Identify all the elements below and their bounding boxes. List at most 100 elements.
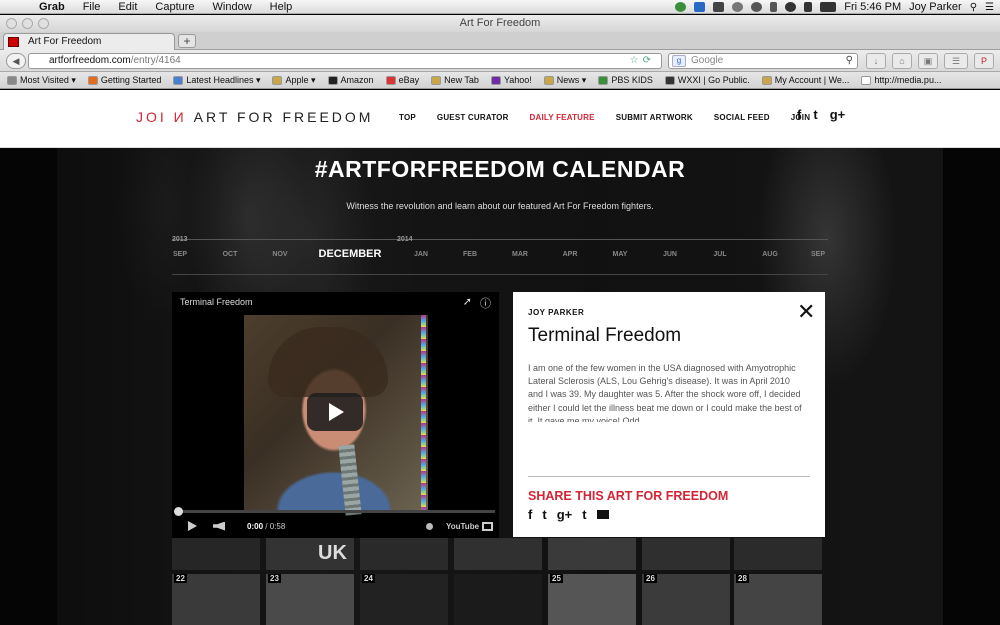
calendar-day-tile-upper[interactable]: [454, 538, 542, 570]
bookmark-item[interactable]: Apple ▾: [265, 75, 320, 86]
bookmark-item[interactable]: News ▾: [537, 75, 592, 86]
calendar-day-tile[interactable]: 24: [360, 574, 448, 625]
time-machine-icon[interactable]: [751, 2, 763, 12]
url-field[interactable]: artforfreedom.com/entry/4164 ☆⟳: [28, 53, 662, 69]
timeline-month[interactable]: MAR: [500, 251, 540, 258]
calendar-day-tile[interactable]: 23: [266, 574, 354, 625]
bookmark-item[interactable]: Amazon: [321, 75, 379, 85]
play-button[interactable]: [307, 393, 363, 431]
timeline-month[interactable]: JUL: [700, 251, 740, 258]
youtube-logo[interactable]: YouTube: [446, 522, 479, 531]
timeline-month[interactable]: MAY: [600, 251, 640, 258]
volume-icon[interactable]: [804, 2, 813, 12]
calendar-day-tile[interactable]: 28: [734, 574, 822, 625]
nav-submit-artwork[interactable]: SUBMIT ARTWORK: [616, 113, 693, 122]
bookmark-item[interactable]: Yahoo!: [484, 75, 537, 85]
bookmark-item[interactable]: My Account | We...: [755, 75, 855, 85]
calendar-day-tile-upper[interactable]: [734, 538, 822, 570]
share-icon[interactable]: ➚: [463, 295, 472, 311]
calendar-day-tile[interactable]: 22: [172, 574, 260, 625]
nav-guest-curator[interactable]: GUEST CURATOR: [437, 113, 509, 122]
bookmark-item[interactable]: Latest Headlines ▾: [166, 75, 265, 86]
battery-status-icon[interactable]: [713, 2, 725, 12]
close-window-button[interactable]: [6, 18, 17, 29]
calendar-day-tile-upper[interactable]: [172, 538, 260, 570]
addon-icon[interactable]: ▣: [918, 53, 938, 69]
bookmark-item[interactable]: eBay: [379, 75, 425, 85]
mail-icon[interactable]: [596, 510, 609, 519]
video-title[interactable]: Terminal Freedom: [180, 297, 253, 307]
volume-icon[interactable]: [213, 521, 225, 531]
menu-window[interactable]: Window: [204, 0, 261, 14]
nav-top[interactable]: TOP: [399, 113, 416, 122]
google-icon[interactable]: g: [672, 55, 686, 67]
sync-status-icon[interactable]: [675, 2, 687, 12]
nav-social-feed[interactable]: SOCIAL FEED: [714, 113, 770, 122]
bookmark-item[interactable]: PBS KIDS: [591, 75, 658, 85]
pinterest-icon[interactable]: P: [974, 53, 994, 69]
timeline-month[interactable]: OCT: [210, 251, 250, 258]
facebook-icon[interactable]: f: [528, 507, 532, 522]
play-small-icon[interactable]: [188, 521, 197, 531]
calendar-day-tile-upper[interactable]: UK: [266, 538, 354, 570]
download-icon[interactable]: ↓: [866, 53, 886, 69]
bluetooth-icon[interactable]: [770, 2, 778, 12]
zoom-window-button[interactable]: [38, 18, 49, 29]
bookmark-item[interactable]: New Tab: [424, 75, 484, 85]
bookmark-item[interactable]: Getting Started: [81, 75, 167, 85]
tab-art-for-freedom[interactable]: Art For Freedom: [3, 33, 175, 50]
menu-file[interactable]: File: [74, 0, 110, 14]
menu-help[interactable]: Help: [261, 0, 302, 14]
timeline-month-current[interactable]: DECEMBER: [310, 248, 390, 260]
facebook-icon[interactable]: f: [797, 107, 801, 122]
timeline-month[interactable]: NOV: [260, 251, 300, 258]
twitter-icon[interactable]: t: [542, 507, 546, 522]
spotlight-icon[interactable]: ⚲: [970, 2, 977, 13]
menu-app-name[interactable]: Grab: [30, 0, 74, 14]
calendar-day-tile-upper[interactable]: [642, 538, 730, 570]
toolbar-menu-icon[interactable]: ☰: [944, 53, 968, 69]
menu-user[interactable]: Joy Parker: [909, 1, 962, 13]
bookmark-item[interactable]: WXXI | Go Public.: [658, 75, 755, 85]
twitter-icon[interactable]: t: [813, 107, 817, 122]
menu-capture[interactable]: Capture: [146, 0, 203, 14]
video-progress-bar[interactable]: [176, 510, 495, 513]
calendar-day-tile-upper[interactable]: [360, 538, 448, 570]
timeline-month[interactable]: SEP: [798, 251, 838, 258]
nav-daily-feature[interactable]: DAILY FEATURE: [530, 113, 595, 122]
minimize-window-button[interactable]: [22, 18, 33, 29]
notification-list-icon[interactable]: ☰: [985, 2, 994, 13]
calendar-day-tile-upper[interactable]: [548, 538, 636, 570]
back-button[interactable]: ◀: [6, 53, 26, 69]
calendar-day-tile[interactable]: 26: [642, 574, 730, 625]
home-icon[interactable]: ⌂: [892, 53, 912, 69]
new-tab-button[interactable]: +: [178, 34, 196, 48]
search-icon[interactable]: ⚲: [846, 54, 853, 68]
timeline-month[interactable]: APR: [550, 251, 590, 258]
googleplus-icon[interactable]: g+: [557, 507, 573, 522]
timeline-month[interactable]: FEB: [450, 251, 490, 258]
timeline-month[interactable]: AUG: [750, 251, 790, 258]
battery-icon[interactable]: [820, 2, 837, 12]
url-actions-icon[interactable]: ☆⟳: [630, 54, 655, 68]
tumblr-icon[interactable]: t: [582, 507, 586, 522]
search-field[interactable]: g Google ⚲: [668, 53, 858, 69]
calendar-day-tile[interactable]: [454, 574, 542, 625]
site-logo[interactable]: JOI И ART FOR FREEDOM: [136, 109, 373, 125]
entry-description[interactable]: I am one of the few women in the USA dia…: [528, 362, 806, 422]
wifi-icon[interactable]: [785, 2, 797, 12]
timeline-month[interactable]: SEP: [160, 251, 200, 258]
info-icon[interactable]: ⓘ: [480, 295, 491, 311]
timeline-month[interactable]: JAN: [401, 251, 441, 258]
bookmark-item[interactable]: http://media.pu...: [854, 75, 946, 85]
timeline-month[interactable]: JUN: [650, 251, 690, 258]
googleplus-icon[interactable]: g+: [830, 107, 846, 122]
menu-edit[interactable]: Edit: [109, 0, 146, 14]
fullscreen-icon[interactable]: [482, 521, 493, 531]
video-player[interactable]: Terminal Freedom ➚ ⓘ 0:00 / 0:58 YouTube: [172, 292, 499, 538]
calendar-day-tile[interactable]: 25: [548, 574, 636, 625]
bookmark-item[interactable]: Most Visited ▾: [0, 75, 81, 86]
display-icon[interactable]: [732, 2, 744, 12]
dropbox-icon[interactable]: [694, 2, 706, 12]
menu-clock[interactable]: Fri 5:46 PM: [844, 1, 901, 13]
